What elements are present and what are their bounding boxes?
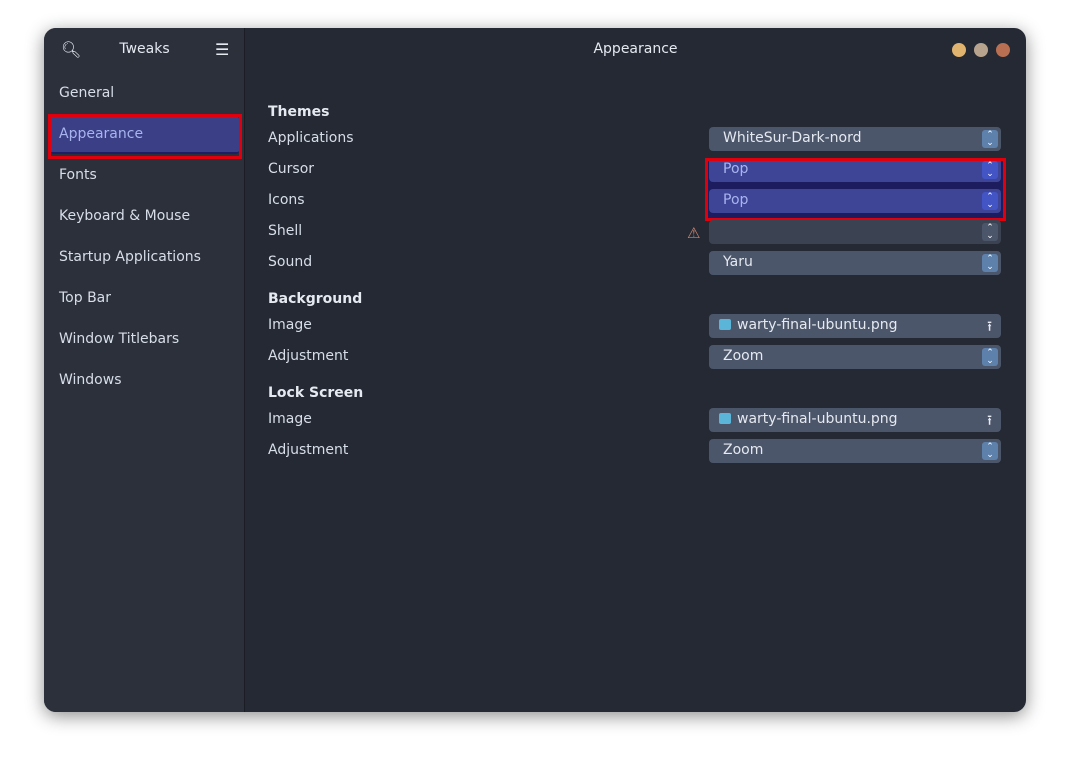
sound-combo[interactable]: Yaru ⌃ ⌄ (709, 251, 1001, 275)
upload-icon: ⭱ (987, 319, 992, 335)
image-file-icon (719, 319, 731, 330)
sidebar-item-top-bar[interactable]: Top Bar (59, 290, 111, 306)
sidebar-item-startup-applications[interactable]: Startup Applications (59, 249, 201, 265)
lock-adjustment-label: Adjustment (268, 442, 349, 458)
warning-icon: ⚠ (687, 224, 701, 242)
sidebar-annotation-box (48, 114, 242, 159)
menu-icon[interactable]: ☰ (215, 40, 229, 59)
maximize-button[interactable] (974, 43, 988, 57)
background-image-chooser[interactable]: warty-final-ubuntu.png ⭱ (709, 314, 1001, 338)
background-adjustment-label: Adjustment (268, 348, 349, 364)
background-heading: Background (268, 291, 363, 307)
combo-value: WhiteSur-Dark-nord (723, 130, 862, 146)
combo-value: Zoom (723, 442, 764, 458)
image-file-icon (719, 413, 731, 424)
icons-label: Icons (268, 192, 305, 208)
applications-label: Applications (268, 130, 354, 146)
shell-label: Shell (268, 223, 303, 239)
file-name: warty-final-ubuntu.png (737, 317, 898, 333)
lock-screen-heading: Lock Screen (268, 385, 364, 401)
lock-image-label: Image (268, 411, 312, 427)
sidebar-item-general[interactable]: General (59, 85, 114, 101)
close-button[interactable] (996, 43, 1010, 57)
applications-combo[interactable]: WhiteSur-Dark-nord ⌃ ⌄ (709, 127, 1001, 151)
combo-value: Zoom (723, 348, 764, 364)
page-title: Appearance (593, 41, 678, 57)
updown-icon: ⌃ ⌄ (982, 348, 998, 366)
background-image-label: Image (268, 317, 312, 333)
combo-annotation-box (705, 158, 1006, 221)
themes-heading: Themes (268, 104, 330, 120)
cursor-label: Cursor (268, 161, 315, 177)
sound-label: Sound (268, 254, 313, 270)
tweaks-window: 🔍︎ Tweaks ☰ General Appearance Fonts Key… (44, 28, 1026, 712)
file-name: warty-final-ubuntu.png (737, 411, 898, 427)
background-adjustment-combo[interactable]: Zoom ⌃ ⌄ (709, 345, 1001, 369)
minimize-button[interactable] (952, 43, 966, 57)
sidebar-item-window-titlebars[interactable]: Window Titlebars (59, 331, 179, 347)
sidebar-item-fonts[interactable]: Fonts (59, 167, 97, 183)
lock-adjustment-combo[interactable]: Zoom ⌃ ⌄ (709, 439, 1001, 463)
shell-combo[interactable]: ⌃ ⌄ (709, 220, 1001, 244)
lock-image-chooser[interactable]: warty-final-ubuntu.png ⭱ (709, 408, 1001, 432)
upload-icon: ⭱ (987, 413, 992, 429)
updown-icon: ⌃ ⌄ (982, 442, 998, 460)
sidebar-item-keyboard-mouse[interactable]: Keyboard & Mouse (59, 208, 190, 224)
updown-icon: ⌃ ⌄ (982, 130, 998, 148)
combo-value: Yaru (723, 254, 753, 270)
updown-icon: ⌃ ⌄ (982, 254, 998, 272)
sidebar-item-windows[interactable]: Windows (59, 372, 122, 388)
updown-icon: ⌃ ⌄ (982, 223, 998, 241)
